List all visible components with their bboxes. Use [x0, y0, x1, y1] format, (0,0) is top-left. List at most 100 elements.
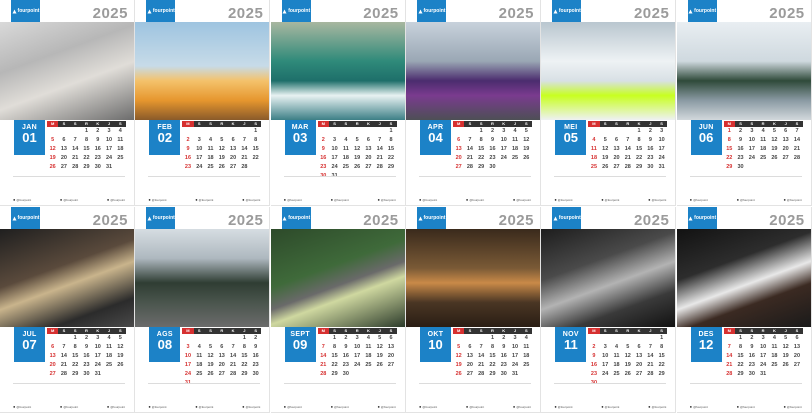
day-cell: 21	[60, 362, 67, 368]
day-cell: 13	[230, 146, 237, 152]
day-cell	[453, 334, 464, 343]
day-cell	[205, 334, 216, 343]
social-handle: @fourpoint	[195, 404, 214, 409]
day-cell: 12	[49, 146, 56, 152]
day-cell: 5	[603, 137, 607, 143]
day-cell: 22	[331, 362, 338, 368]
social-row: @fourpoint @fourpoint @fourpoint	[554, 197, 667, 202]
day-cell: 8	[479, 137, 483, 143]
month-number: 12	[698, 337, 714, 352]
ocean-wave-photo	[270, 22, 405, 120]
day-cell: 8	[660, 344, 664, 350]
week-row: 22 23 24 25 26 27 28	[724, 154, 803, 163]
day-cell: 4	[761, 128, 765, 134]
day-cell: 30	[500, 371, 507, 377]
day-cell: 20	[49, 362, 56, 368]
day-cell: 3	[186, 344, 190, 350]
day-cell: 5	[378, 335, 382, 341]
day-cell: 19	[782, 353, 789, 359]
day-cell: 24	[105, 155, 113, 161]
day-cell: 7	[795, 128, 799, 134]
day-cell	[194, 334, 205, 343]
day-cell: 21	[241, 155, 248, 161]
day-cell	[464, 127, 475, 136]
day-cell: 22	[252, 155, 259, 161]
day-cell: 3	[660, 128, 664, 134]
day-cell: 8	[490, 344, 494, 350]
calendar-page-mei: fourpoint 2025 MEI 05 MSSRKJS 1234567891…	[541, 0, 677, 206]
day-cell	[352, 370, 363, 379]
weight-training-photo	[541, 229, 676, 327]
week-row: 9 10 11 12 13 14 15	[318, 145, 397, 154]
day-cell: 21	[72, 155, 79, 161]
social-handle: @fourpoint	[648, 404, 667, 409]
brand-name: fourpoint	[558, 8, 581, 14]
brand-name: fourpoint	[17, 8, 40, 14]
week-rows: 1 2 3 4 5 6 7 8 9 10 11 12 13 14 15 16 17 18 19 20 21 22 23 24 2…	[318, 127, 397, 181]
day-cell: 15	[478, 146, 485, 152]
brand-mark-icon	[12, 9, 17, 13]
day-cell: 30	[94, 164, 101, 170]
day-cell: 24	[658, 155, 665, 161]
week-row: 12 13 14 15 16 17 18	[47, 145, 126, 154]
week-row: 13 14 15 16 17 18 19	[47, 352, 126, 361]
year-label: 2025	[498, 5, 534, 22]
brand-name: fourpoint	[288, 215, 311, 221]
day-cell: 11	[207, 146, 214, 152]
day-cell: 19	[455, 362, 462, 368]
day-cell: 21	[230, 362, 237, 368]
day-cell: 21	[647, 362, 654, 368]
day-cell: 12	[207, 353, 214, 359]
divider	[148, 176, 261, 177]
week-row: 17 18 19 20 21 22 23	[182, 361, 261, 370]
day-cell: 30	[252, 371, 259, 377]
week-row: 10 11 12 13 14 15 16	[182, 352, 261, 361]
day-cell: 11	[196, 353, 203, 359]
brand-logo: fourpoint	[416, 0, 446, 22]
brand-mark-icon	[147, 9, 152, 13]
month-calendar: MSSRKJS 1 2 3 4 5 6 7 8 9 10 11 12 13 14 15 16 17 18 19 20 2…	[317, 121, 397, 181]
year-label: 2025	[633, 5, 670, 22]
social-row: @fourpoint @fourpoint @fourpoint	[284, 197, 396, 202]
week-row: 5 6 7 8 9 10 11	[453, 343, 532, 352]
day-cell: 31	[511, 371, 519, 377]
month-number: 09	[292, 337, 308, 352]
day-cell: 5	[220, 137, 224, 143]
day-cell: 20	[218, 362, 225, 368]
divider	[418, 383, 531, 384]
week-row: 1 2 3 4 5 6	[318, 334, 397, 343]
day-cell: 29	[636, 164, 643, 170]
day-cell: 5	[457, 344, 461, 350]
day-cell: 30	[342, 371, 349, 377]
social-row: @fourpoint @fourpoint @fourpoint	[419, 404, 531, 409]
month-badge: JUL 07	[14, 327, 45, 362]
day-cell: 19	[354, 155, 361, 161]
day-cell	[227, 127, 238, 136]
day-cell: 15	[726, 146, 733, 152]
day-cell: 13	[613, 146, 620, 152]
day-cell: 28	[647, 371, 654, 377]
day-cell: 12	[771, 137, 778, 143]
calendar-page-des: fourpoint 2025 DES 12 MSSRKJS 1234567891…	[676, 207, 812, 413]
social-handle: @fourpoint	[466, 197, 484, 202]
day-cell: 1	[637, 128, 641, 134]
brand-mark-icon	[282, 216, 287, 220]
day-cell: 7	[231, 344, 235, 350]
social-handle: @fourpoint	[648, 197, 667, 202]
day-cell	[329, 127, 340, 136]
brand-logo: fourpoint	[687, 0, 717, 22]
day-cell: 28	[230, 371, 237, 377]
social-handle: @fourpoint	[419, 404, 437, 409]
day-cell: 26	[117, 362, 124, 368]
day-cell: 1	[333, 335, 337, 341]
day-cell: 1	[84, 128, 89, 134]
day-cell: 7	[727, 344, 731, 350]
year-label: 2025	[227, 212, 264, 229]
brand-logo: fourpoint	[146, 0, 176, 22]
social-handle: @fourpoint	[601, 197, 620, 202]
basketball-hoop-photo	[0, 22, 134, 120]
day-cell: 25	[613, 371, 620, 377]
year-label: 2025	[498, 212, 534, 229]
day-cell: 23	[748, 362, 755, 368]
day-cell: 4	[118, 128, 122, 134]
